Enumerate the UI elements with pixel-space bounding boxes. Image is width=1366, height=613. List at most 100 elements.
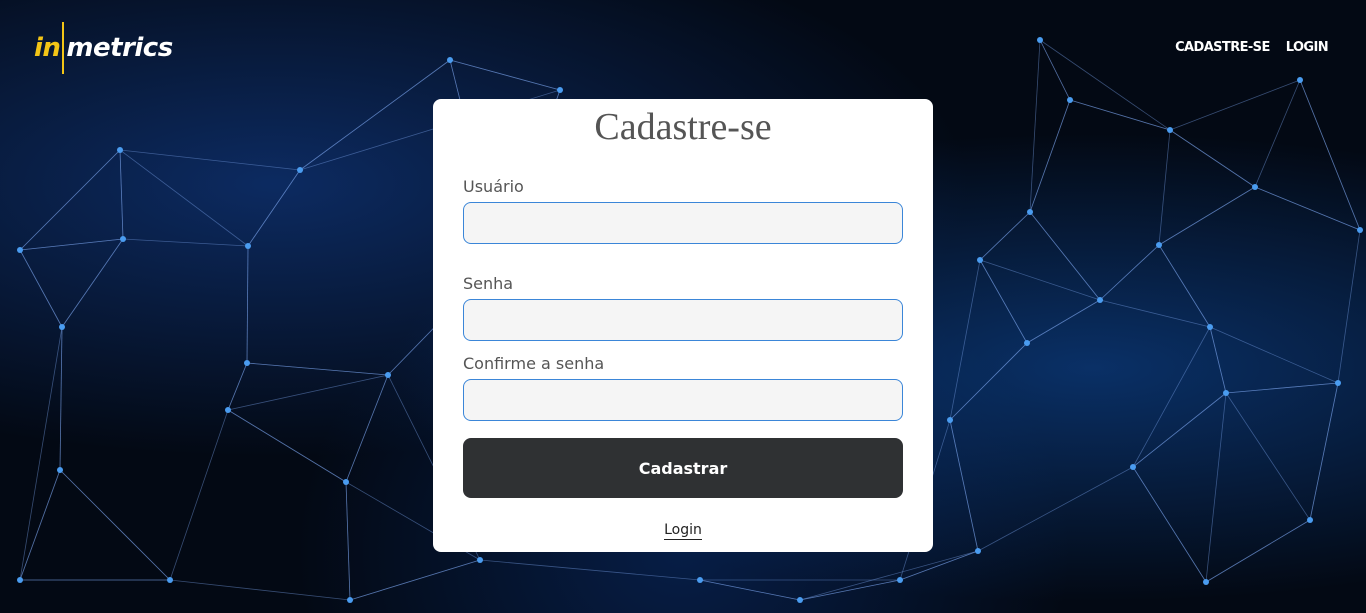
network-node [557,87,563,93]
network-line [1069,99,1171,131]
network-line [1254,186,1361,231]
network-line [119,149,249,247]
network-line [1225,392,1311,521]
network-node [1067,97,1073,103]
network-line [1029,99,1071,213]
network-line [349,559,481,601]
network-line [19,469,61,581]
username-label: Usuário [463,177,524,196]
network-node [17,577,23,583]
network-line [979,211,1031,261]
network-line [345,481,351,601]
network-line [1225,382,1339,394]
form-title: Cadastre-se [594,106,772,148]
network-node [59,324,65,330]
network-line [1158,129,1171,246]
network-line [1039,39,1171,131]
network-line [169,409,229,581]
network-line [1099,299,1211,328]
network-node [1203,579,1209,585]
register-button[interactable]: Cadastrar [463,438,903,498]
network-line [59,469,171,581]
network-node [897,577,903,583]
top-navigation: CADASTRE-SE LOGIN [1175,40,1328,55]
network-node [117,147,123,153]
network-line [246,245,249,364]
network-line [1209,326,1227,394]
network-line [979,259,1101,301]
nav-login-link[interactable]: LOGIN [1286,40,1329,55]
network-line [1026,299,1101,344]
network-line [119,149,124,240]
network-line [345,374,389,483]
network-node [1027,209,1033,215]
network-line [1132,326,1211,468]
network-line [122,238,249,247]
network-node [17,247,23,253]
network-line [799,550,979,601]
network-line [169,579,351,601]
network-line [1029,39,1041,213]
network-line [1029,211,1101,301]
network-node [1357,227,1363,233]
network-node [225,407,231,413]
network-node [975,548,981,554]
network-line [899,550,979,581]
network-node [977,257,983,263]
network-line [1254,79,1301,188]
network-node [1156,242,1162,248]
network-line [949,342,1028,421]
network-line [61,238,124,328]
username-input[interactable] [463,202,903,244]
inmetrics-logo[interactable]: in metrics [34,22,173,74]
network-node [1130,464,1136,470]
network-node [297,167,303,173]
network-node [477,557,483,563]
network-node [447,57,453,63]
network-line [1158,244,1211,328]
network-line [949,419,979,552]
network-line [799,579,901,601]
login-link[interactable]: Login [664,522,702,540]
network-line [1309,382,1339,521]
network-node [120,236,126,242]
network-line [19,238,124,251]
network-line [1337,229,1361,384]
network-line [1132,466,1207,583]
network-node [1207,324,1213,330]
network-line [299,59,451,171]
network-line [227,409,347,483]
network-line [1169,129,1256,188]
network-line [949,259,981,421]
network-node [1335,380,1341,386]
network-node [1024,340,1030,346]
network-line [1132,392,1227,468]
network-line [1205,519,1311,583]
network-line [1299,79,1361,231]
login-link-container: Login [433,521,933,540]
network-node [167,577,173,583]
network-node [1297,77,1303,83]
network-line [1209,326,1339,384]
network-node [947,417,953,423]
network-line [1169,79,1301,131]
network-line [19,326,63,581]
network-node [697,577,703,583]
network-node [1097,297,1103,303]
logo-metrics-text: metrics [66,33,173,63]
nav-register-link[interactable]: CADASTRE-SE [1175,40,1270,55]
network-line [1039,39,1071,101]
network-node [1252,184,1258,190]
password-label: Senha [463,274,514,293]
password-input[interactable] [463,299,903,341]
network-node [1167,127,1173,133]
network-line [19,149,121,251]
network-line [1205,392,1227,583]
confirm-password-input[interactable] [463,379,903,421]
network-line [449,59,561,91]
network-line [979,259,1028,344]
network-node [244,360,250,366]
network-line [1158,186,1256,246]
network-line [59,326,63,471]
network-node [797,597,803,603]
